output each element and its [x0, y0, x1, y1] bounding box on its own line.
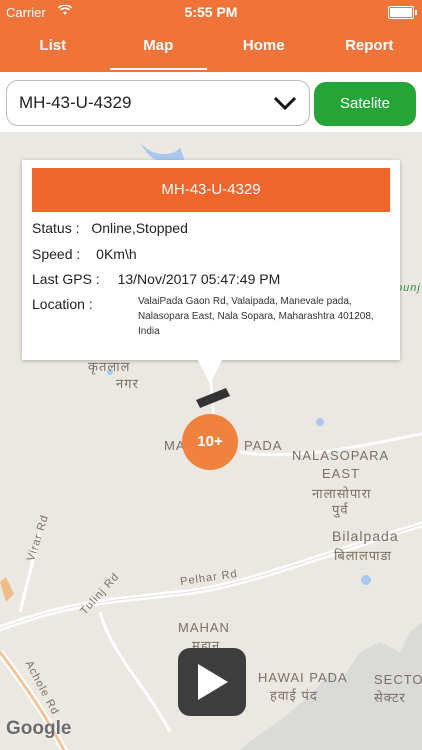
- status-row: Status : Online,Stopped: [32, 220, 188, 236]
- tab-report[interactable]: Report: [317, 24, 422, 72]
- map-label-sector-marathi: सेक्टर: [374, 690, 406, 705]
- map-label-sector: SECTO: [374, 672, 422, 687]
- location-label: Location :: [32, 296, 93, 312]
- play-button[interactable]: [178, 648, 246, 716]
- tab-bar: List Map Home Report: [0, 24, 422, 72]
- location-value: ValaiPada Gaon Rd, Valaipada, Manevale p…: [138, 296, 374, 337]
- status-label: Status :: [32, 220, 80, 236]
- gps-label: Last GPS :: [32, 271, 100, 287]
- map-label-mahan: MAHAN: [178, 620, 230, 635]
- map-label-east-marathi: पुर्व: [332, 502, 349, 517]
- satellite-button[interactable]: Satelite: [314, 82, 416, 126]
- map-label-hawai-pada-marathi: हवाई पंद: [270, 688, 318, 703]
- status-bar: Carrier 5:55 PM: [0, 0, 422, 24]
- vehicle-info-popup: MH-43-U-4329 Status : Online,Stopped Spe…: [22, 160, 400, 360]
- tab-home[interactable]: Home: [211, 24, 317, 72]
- map-label-bilalpada: Bilalpada: [332, 528, 399, 544]
- gps-value: 13/Nov/2017 05:47:49 PM: [117, 271, 281, 287]
- map-label-pada: PADA: [244, 438, 283, 453]
- vehicle-cluster-marker[interactable]: 10+: [182, 414, 238, 470]
- gps-row: Last GPS : 13/Nov/2017 05:47:49 PM: [32, 271, 280, 287]
- speed-value: 0Km\h: [96, 246, 137, 262]
- map-label-nagar: नगर: [116, 376, 139, 391]
- tab-map[interactable]: Map: [106, 24, 212, 72]
- tab-list[interactable]: List: [0, 24, 106, 72]
- map-label-east: EAST: [322, 466, 360, 481]
- map-label-hawai-pada: HAWAI PADA: [258, 670, 348, 685]
- status-value: Online,Stopped: [91, 220, 188, 236]
- map-label-bilalpada-marathi: बिलालपाडा: [334, 548, 392, 563]
- map-label-nalasopara: NALASOPARA: [292, 448, 390, 463]
- vehicle-select[interactable]: MH-43-U-4329: [6, 80, 310, 126]
- play-icon: [198, 664, 228, 700]
- clock: 5:55 PM: [184, 4, 238, 20]
- chevron-down-icon: [273, 96, 297, 111]
- battery-icon: [388, 6, 417, 19]
- map-toolbar: MH-43-U-4329 Satelite: [0, 72, 422, 132]
- speed-row: Speed : 0Km\h: [32, 246, 137, 262]
- vehicle-select-value: MH-43-U-4329: [19, 93, 132, 112]
- popup-title: MH-43-U-4329: [32, 168, 390, 212]
- google-attribution: Google: [6, 718, 72, 739]
- speed-label: Speed :: [32, 246, 81, 262]
- popup-pointer: [198, 360, 222, 384]
